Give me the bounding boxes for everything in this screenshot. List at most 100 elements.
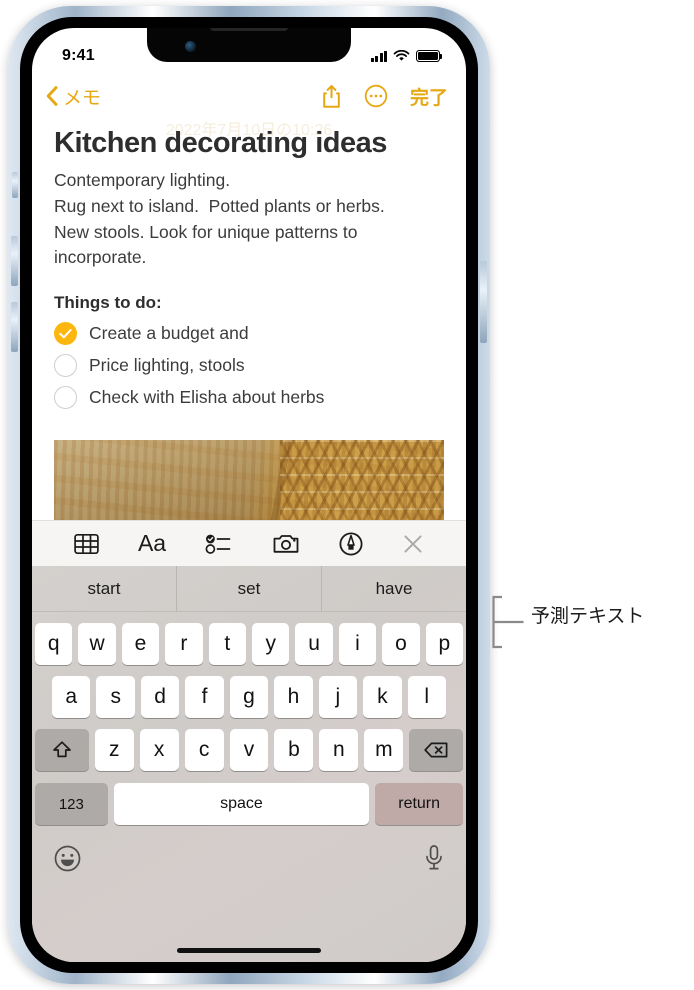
note-paragraph: Contemporary lighting. Rug next to islan… bbox=[54, 168, 444, 271]
key-c[interactable]: c bbox=[184, 729, 224, 771]
key-p[interactable]: p bbox=[425, 623, 464, 665]
key-b[interactable]: b bbox=[274, 729, 314, 771]
status-bar: 9:41 bbox=[32, 28, 466, 74]
insert-table-button[interactable] bbox=[73, 533, 99, 555]
camera-icon bbox=[273, 534, 299, 553]
share-icon[interactable] bbox=[321, 84, 342, 109]
done-button[interactable]: 完了 bbox=[410, 83, 448, 110]
screenshot-root: 9:41 メモ 完了 2022年7月10日の10:26 Kitchen deco… bbox=[0, 0, 694, 990]
volume-up-button[interactable] bbox=[11, 236, 18, 286]
key-i[interactable]: i bbox=[338, 623, 377, 665]
note-title: Kitchen decorating ideas bbox=[54, 127, 387, 159]
shift-key[interactable] bbox=[34, 729, 89, 771]
emoji-smiley-icon[interactable] bbox=[54, 845, 81, 872]
todo-heading: Things to do: bbox=[54, 293, 162, 313]
power-button[interactable] bbox=[480, 261, 487, 343]
checkbox-checked-icon[interactable] bbox=[54, 321, 77, 345]
phone-body: 9:41 メモ 完了 2022年7月10日の10:26 Kitchen deco… bbox=[20, 17, 478, 973]
status-indicators bbox=[370, 50, 443, 62]
table-icon bbox=[73, 533, 99, 554]
key-x[interactable]: x bbox=[139, 729, 179, 771]
photo-attachment[interactable] bbox=[54, 440, 444, 526]
note-line: incorporate. bbox=[54, 247, 147, 268]
key-u[interactable]: u bbox=[295, 623, 333, 665]
delete-key[interactable] bbox=[409, 729, 464, 771]
key-h[interactable]: h bbox=[274, 676, 313, 718]
text-format-button[interactable]: Aa bbox=[138, 530, 166, 557]
key-q[interactable]: q bbox=[34, 623, 73, 665]
camera-button[interactable] bbox=[272, 533, 300, 555]
key-w[interactable]: w bbox=[78, 623, 116, 665]
note-content[interactable]: Kitchen decorating ideas Contemporary li… bbox=[32, 126, 466, 413]
home-indicator[interactable] bbox=[177, 948, 321, 953]
note-line: Rug next to island. Potted plants or her… bbox=[54, 195, 385, 216]
silent-switch[interactable] bbox=[12, 172, 18, 198]
keyboard: start set have q w e r t y u i o p a s d… bbox=[32, 566, 466, 962]
note-line: Contemporary lighting. bbox=[54, 170, 231, 191]
phone-screen: 9:41 メモ 完了 2022年7月10日の10:26 Kitchen deco… bbox=[32, 28, 466, 962]
signal-bars-icon bbox=[370, 50, 387, 62]
editor-toolbar: Aa bbox=[32, 520, 466, 566]
key-y[interactable]: y bbox=[252, 623, 290, 665]
markup-pen-icon bbox=[339, 531, 363, 556]
key-m[interactable]: m bbox=[364, 729, 404, 771]
todo-label: Check with Elisha about herbs bbox=[89, 386, 325, 407]
checkbox-unchecked-icon[interactable] bbox=[54, 353, 77, 377]
keyboard-row-3: z x c v b n m bbox=[32, 729, 466, 771]
key-e[interactable]: e bbox=[121, 623, 160, 665]
todo-item-1[interactable]: Price lighting, stools bbox=[54, 349, 444, 381]
chevron-left-icon bbox=[46, 86, 58, 106]
callout-bracket bbox=[492, 595, 524, 649]
close-toolbar-button[interactable] bbox=[402, 533, 424, 555]
back-label: メモ bbox=[63, 87, 102, 109]
predictive-suggestion-0[interactable]: start bbox=[32, 566, 176, 611]
microphone-icon[interactable] bbox=[424, 844, 444, 872]
key-o[interactable]: o bbox=[382, 623, 420, 665]
markup-button[interactable] bbox=[339, 531, 363, 556]
key-d[interactable]: d bbox=[140, 676, 180, 718]
text-format-icon: Aa bbox=[137, 530, 167, 556]
key-a[interactable]: a bbox=[52, 676, 91, 718]
predictive-suggestion-1[interactable]: set bbox=[176, 566, 321, 611]
key-r[interactable]: r bbox=[165, 623, 203, 665]
todo-item-2[interactable]: Check with Elisha about herbs bbox=[54, 381, 444, 413]
keyboard-row-2: a s d f g h j k l bbox=[32, 676, 466, 718]
callout-label: 予測テキスト bbox=[531, 606, 645, 627]
checklist-icon bbox=[205, 534, 231, 554]
todo-label: Create a budget and bbox=[89, 322, 249, 343]
keyboard-row-4: 123 space return bbox=[32, 783, 466, 825]
key-s[interactable]: s bbox=[96, 676, 135, 718]
nav-bar: メモ 完了 bbox=[32, 74, 466, 118]
key-t[interactable]: t bbox=[208, 623, 246, 665]
predictive-suggestion-2[interactable]: have bbox=[321, 566, 466, 611]
close-icon bbox=[404, 534, 422, 553]
keyboard-row-1: q w e r t y u i o p bbox=[32, 623, 466, 665]
shift-arrow-icon bbox=[52, 741, 71, 758]
back-to-notes-button[interactable]: メモ bbox=[46, 83, 101, 110]
checklist-button[interactable] bbox=[205, 533, 232, 555]
key-g[interactable]: g bbox=[229, 676, 269, 718]
wifi-icon bbox=[393, 50, 410, 61]
key-j[interactable]: j bbox=[318, 676, 358, 718]
todo-label: Price lighting, stools bbox=[89, 354, 245, 375]
key-n[interactable]: n bbox=[319, 729, 359, 771]
more-circle-icon[interactable] bbox=[364, 84, 388, 108]
battery-full-icon bbox=[416, 50, 443, 62]
key-z[interactable]: z bbox=[94, 729, 134, 771]
numbers-key[interactable]: 123 bbox=[35, 783, 108, 825]
phone-frame: 9:41 メモ 完了 2022年7月10日の10:26 Kitchen deco… bbox=[8, 6, 490, 984]
key-l[interactable]: l bbox=[407, 676, 446, 718]
volume-down-button[interactable] bbox=[11, 302, 18, 352]
keyboard-bottom-bar bbox=[32, 831, 466, 885]
key-v[interactable]: v bbox=[229, 729, 269, 771]
key-k[interactable]: k bbox=[363, 676, 402, 718]
checkbox-unchecked-icon[interactable] bbox=[54, 385, 77, 409]
predictive-text-bar: start set have bbox=[32, 566, 466, 612]
todo-item-0[interactable]: Create a budget and bbox=[54, 317, 444, 349]
space-key[interactable]: space bbox=[113, 783, 370, 825]
return-key[interactable]: return bbox=[375, 783, 463, 825]
key-f[interactable]: f bbox=[185, 676, 224, 718]
nav-actions: 完了 bbox=[321, 83, 448, 110]
callout-predictive-text: 予測テキスト bbox=[489, 595, 644, 654]
delete-backspace-icon bbox=[424, 742, 448, 758]
